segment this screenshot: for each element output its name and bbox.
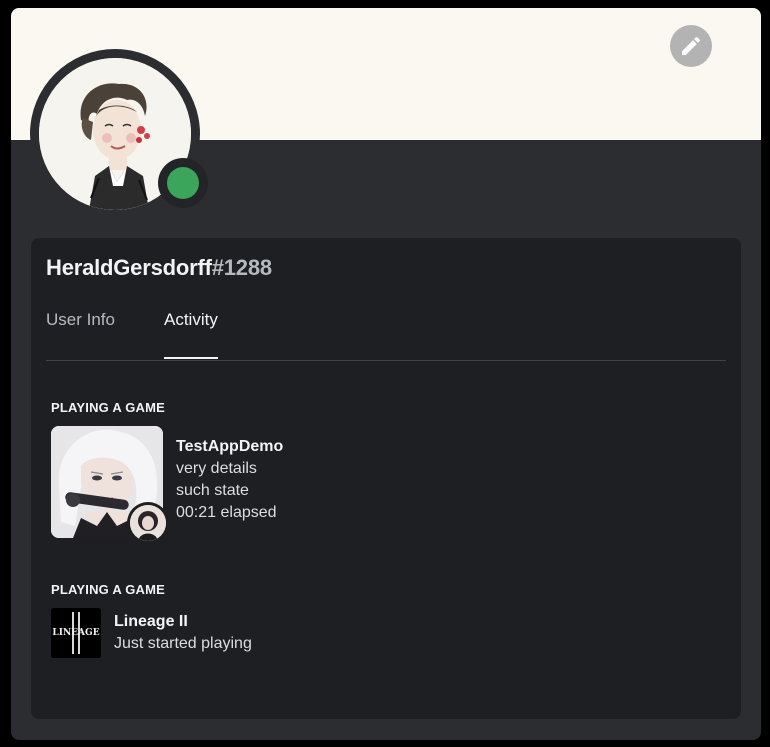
svg-text:LINEAGE: LINEAGE — [52, 628, 99, 638]
profile-body: HeraldGersdorff#1288 User Info Activity … — [31, 238, 741, 719]
tab-activity[interactable]: Activity — [164, 308, 218, 359]
small-image-artwork — [130, 505, 166, 541]
activity-lineage: LINEAGE Lineage II Just started playing — [51, 608, 651, 660]
tab-user-info[interactable]: User Info — [46, 308, 115, 359]
activity-details: very details — [176, 460, 257, 477]
online-status-dot — [167, 167, 199, 199]
lineage-game-icon: LINEAGE — [51, 608, 101, 658]
activity-game-name: TestAppDemo — [176, 438, 284, 455]
activity-state: Just started playing — [114, 635, 252, 652]
pencil-icon — [682, 36, 701, 55]
status-indicator — [158, 158, 208, 208]
avatar-wrapper — [30, 49, 208, 219]
username: HeraldGersdorff — [46, 255, 212, 280]
activity-testappdemo: TestAppDemo very details such state 00:2… — [51, 426, 651, 544]
activity-game-name: Lineage II — [114, 613, 188, 630]
profile-tabs: User Info Activity — [46, 308, 726, 361]
activity-state: such state — [176, 482, 249, 499]
activity-elapsed: 00:21 elapsed — [176, 504, 277, 521]
edit-profile-button[interactable] — [670, 25, 712, 67]
activity-info: TestAppDemo very details such state 00:2… — [176, 436, 283, 524]
username-heading: HeraldGersdorff#1288 — [46, 255, 272, 281]
discriminator: #1288 — [211, 255, 272, 280]
user-profile-card: HeraldGersdorff#1288 User Info Activity … — [11, 8, 761, 740]
activity-section-title: PLAYING A GAME — [51, 400, 166, 415]
game-small-image — [127, 502, 169, 544]
lineage-logo: LINEAGE — [51, 608, 101, 658]
activity-info: Lineage II Just started playing — [114, 611, 252, 655]
activity-section-title: PLAYING A GAME — [51, 582, 166, 597]
